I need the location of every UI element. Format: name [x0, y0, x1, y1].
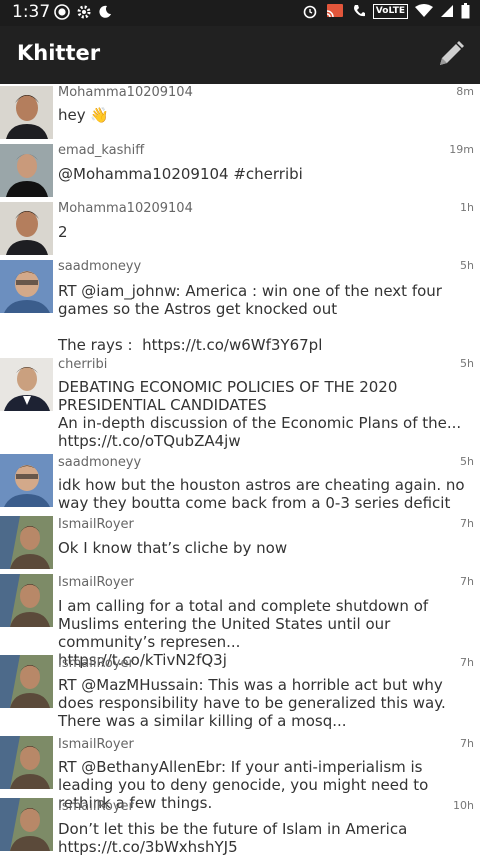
avatar[interactable]	[0, 86, 53, 139]
tweet-username: Mohamma10209104	[58, 85, 193, 100]
tweet-time: 5h	[460, 357, 474, 370]
tweet-username: emad_kashiff	[58, 143, 145, 158]
app-bar: Khitter	[0, 26, 480, 84]
tweet-text: Don’t let this be the future of Islam in…	[58, 820, 408, 856]
tweet-username: IsmailRoyer	[58, 799, 134, 814]
avatar[interactable]	[0, 574, 53, 627]
alarm-icon	[303, 5, 317, 19]
tweet-text: hey 👋	[58, 106, 110, 124]
avatar[interactable]	[0, 798, 53, 851]
tweet-username: IsmailRoyer	[58, 517, 134, 532]
tweet-username: IsmailRoyer	[58, 575, 134, 590]
record-icon	[54, 4, 70, 20]
tweet-item[interactable]: Mohamma10209104 8m hey 👋	[0, 84, 480, 140]
tweet-time: 10h	[453, 799, 474, 812]
system-icons: VoLTE	[302, 3, 470, 19]
tweet-item[interactable]: cherribi 5h DEBATING ECONOMIC POLICIES O…	[0, 356, 480, 452]
avatar[interactable]	[0, 260, 53, 313]
tweet-username: IsmailRoyer	[58, 737, 134, 752]
tweet-time: 1h	[460, 201, 474, 214]
status-bar: 1:37 VoLTE	[0, 0, 480, 26]
compose-pencil-icon[interactable]	[436, 39, 466, 69]
settings-icon	[77, 5, 91, 19]
status-time: 1:37	[12, 2, 51, 22]
tweet-time: 7h	[460, 737, 474, 750]
moon-icon	[99, 5, 111, 18]
tweet-username: IsmailRoyer	[58, 656, 134, 671]
avatar[interactable]	[0, 655, 53, 708]
avatar[interactable]	[0, 358, 53, 411]
tweet-text: @Mohamma10209104 #cherribi	[58, 165, 303, 183]
tweet-username: saadmoneyy	[58, 455, 142, 470]
tweet-item[interactable]: emad_kashiff 19m @Mohamma10209104 #cherr…	[0, 142, 480, 198]
avatar[interactable]	[0, 454, 53, 507]
tweet-text: Ok I know that’s cliche by now	[58, 539, 288, 557]
tweet-item[interactable]: saadmoneyy 5h RT @iam_johnw: America : w…	[0, 258, 480, 354]
app-title: Khitter	[17, 41, 101, 65]
tweet-text: RT @iam_johnw: America : win one of the …	[58, 282, 442, 354]
avatar[interactable]	[0, 202, 53, 255]
tweet-time: 8m	[456, 85, 474, 98]
tweet-time: 7h	[460, 575, 474, 588]
call-icon	[353, 5, 365, 17]
tweet-item[interactable]: IsmailRoyer 7h Ok I know that’s cliche b…	[0, 516, 480, 572]
tweet-time: 19m	[449, 143, 474, 156]
tweet-text: RT @MazMHussain: This was a horrible act…	[58, 676, 451, 730]
tweet-item[interactable]: IsmailRoyer 7h RT @BethanyAllenEbr: If y…	[0, 736, 480, 812]
tweet-username: Mohamma10209104	[58, 201, 193, 216]
signal-icon	[441, 5, 453, 17]
tweet-username: cherribi	[58, 357, 108, 372]
wifi-icon	[415, 4, 433, 17]
tweet-item[interactable]: saadmoneyy 5h idk how but the houston as…	[0, 454, 480, 514]
tweet-time: 7h	[460, 656, 474, 669]
notification-icons	[54, 4, 112, 20]
tweet-item[interactable]: IsmailRoyer 7h I am calling for a total …	[0, 574, 480, 669]
avatar[interactable]	[0, 516, 53, 569]
tweet-text: DEBATING ECONOMIC POLICIES OF THE 2020 P…	[58, 378, 462, 450]
cast-icon	[326, 4, 343, 18]
avatar[interactable]	[0, 144, 53, 197]
tweet-text: 2	[58, 223, 68, 241]
tweet-time: 5h	[460, 259, 474, 272]
tweet-item[interactable]: IsmailRoyer 7h RT @MazMHussain: This was…	[0, 655, 480, 733]
tweet-text: idk how but the houston astros are cheat…	[58, 476, 470, 512]
battery-icon	[461, 3, 470, 19]
tweet-time: 7h	[460, 517, 474, 530]
tweet-time: 5h	[460, 455, 474, 468]
avatar[interactable]	[0, 736, 53, 789]
tweet-item[interactable]: IsmailRoyer 10h Don’t let this be the fu…	[0, 798, 480, 856]
tweet-username: saadmoneyy	[58, 259, 142, 274]
volte-badge: VoLTE	[372, 3, 408, 19]
tweet-item[interactable]: Mohamma10209104 1h 2	[0, 200, 480, 256]
